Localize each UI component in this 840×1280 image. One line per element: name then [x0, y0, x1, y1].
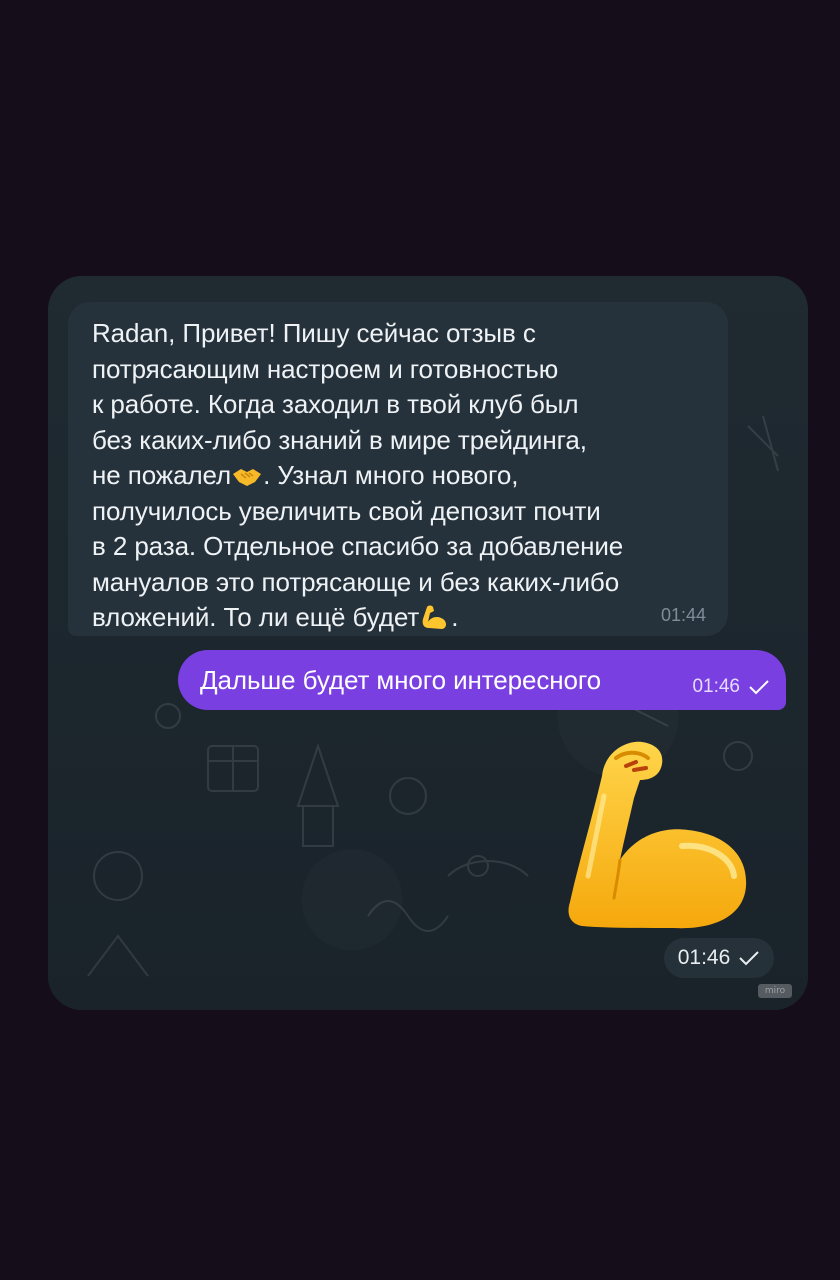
sticker-message-time: 01:46: [677, 946, 731, 969]
outgoing-message-time: 01:46: [692, 676, 740, 697]
outgoing-message-text: Дальше будет много интересного: [200, 664, 602, 695]
check-icon: [749, 680, 769, 695]
incoming-message-text-part-3: .: [451, 602, 459, 632]
incoming-message-text: Radan, Привет! Пишу сейчас отзыв с потря…: [92, 316, 708, 636]
miro-watermark: miro: [758, 984, 792, 998]
check-icon: [739, 951, 759, 966]
incoming-message-bubble[interactable]: Radan, Привет! Пишу сейчас отзыв с потря…: [68, 302, 728, 636]
screenshot-page: Radan, Привет! Пишу сейчас отзыв с потря…: [0, 0, 840, 1280]
flexed-biceps-icon: [422, 605, 447, 629]
incoming-message-time: 01:44: [660, 605, 706, 625]
outgoing-message-bubble[interactable]: Дальше будет много интересного 01:46: [178, 650, 786, 710]
outgoing-message-meta: 01:46: [692, 676, 770, 698]
sticker-message-meta: 01:46: [664, 938, 774, 978]
flexed-biceps-sticker-icon[interactable]: [564, 736, 754, 932]
handshake-icon: [233, 469, 262, 486]
